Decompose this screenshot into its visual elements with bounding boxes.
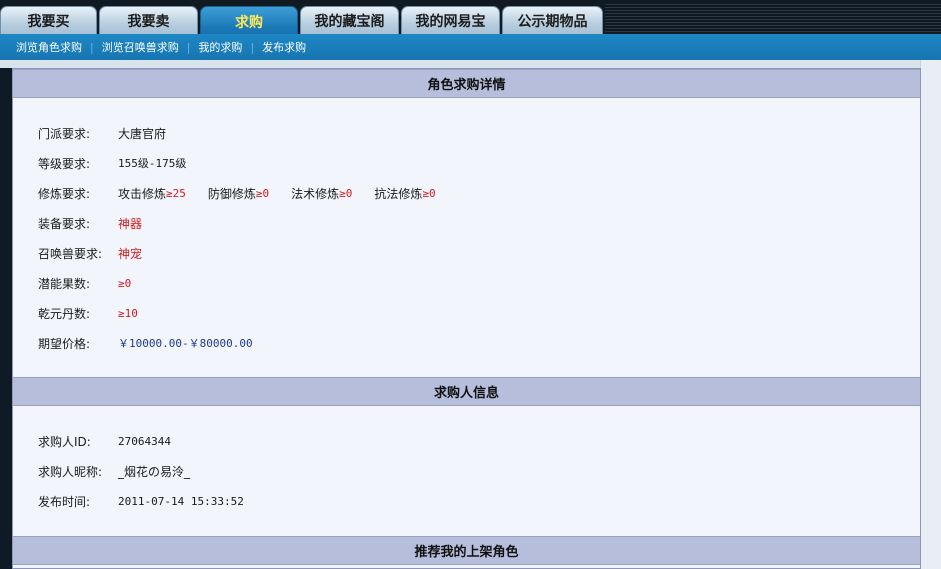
cultivation-resist-name: 抗法修炼 [374, 186, 423, 201]
tab-bar-stripe [605, 4, 941, 32]
tab-my-treasure[interactable]: 我的藏宝阁 [300, 6, 399, 34]
row-pet: 召唤兽要求: 神宠 [38, 244, 142, 262]
section-header-detail: 角色求购详情 [13, 69, 920, 98]
section-header-buyer: 求购人信息 [13, 377, 920, 406]
subnav-my-wanted[interactable]: 我的求购 [190, 39, 250, 55]
sub-nav: 浏览角色求购 | 浏览召唤兽求购 | 我的求购 | 发布求购 [0, 34, 941, 60]
label-qianyuan: 乾元丹数: [38, 306, 91, 321]
section-header-recommend: 推荐我的上架角色 [13, 536, 920, 565]
cultivation-defense-value: ≥0 [255, 186, 270, 200]
cultivation-resist-value: ≥0 [422, 186, 436, 200]
subnav-browse-pet-wanted[interactable]: 浏览召唤兽求购 [94, 39, 187, 55]
value-qianyuan: ≥10 [118, 306, 138, 320]
content-panel: 角色求购详情 门派要求: 大唐官府 等级要求: 155级-175级 修炼要求: … [12, 68, 921, 569]
row-cultivation: 修炼要求: 攻击修炼 ≥25 防御修炼 ≥0 法术修炼 ≥0 抗法修炼 ≥0 [38, 184, 436, 202]
row-buyer-id: 求购人ID: 27064344 [38, 432, 171, 450]
subnav-post-wanted[interactable]: 发布求购 [254, 39, 314, 55]
row-price: 期望价格: ￥10000.00-￥80000.00 [38, 334, 253, 352]
row-buyer-nick: 求购人昵称: _烟花の易泠_ [38, 462, 190, 480]
value-pet: 神宠 [118, 246, 143, 261]
scrollbar-track[interactable] [920, 60, 941, 569]
label-level: 等级要求: [38, 156, 91, 171]
cultivation-magic-name: 法术修炼 [291, 186, 340, 201]
row-post-time: 发布时间: 2011-07-14 15:33:52 [38, 492, 244, 510]
label-post-time: 发布时间: [38, 494, 91, 509]
tab-sell[interactable]: 我要卖 [99, 6, 198, 34]
cultivation-magic-value: ≥0 [339, 186, 353, 200]
value-level: 155级-175级 [118, 157, 187, 170]
label-price: 期望价格: [38, 336, 91, 351]
label-cultivation: 修炼要求: [38, 186, 91, 201]
cultivation-defense-name: 防御修炼 [207, 186, 256, 201]
cultivation-attack-value: ≥25 [166, 186, 186, 200]
row-qianyuan: 乾元丹数: ≥10 [38, 304, 138, 322]
label-school: 门派要求: [38, 126, 91, 141]
cultivation-attack-name: 攻击修炼 [118, 186, 167, 201]
label-pet: 召唤兽要求: [38, 246, 103, 261]
tab-buy[interactable]: 我要买 [0, 6, 97, 34]
value-buyer-nick: _烟花の易泠_ [118, 464, 191, 479]
label-equip: 装备要求: [38, 216, 91, 231]
value-potential: ≥0 [118, 276, 132, 290]
label-buyer-nick: 求购人昵称: [38, 464, 103, 479]
value-price: ￥10000.00-￥80000.00 [118, 337, 253, 350]
value-school: 大唐官府 [118, 126, 167, 141]
row-potential: 潜能果数: ≥0 [38, 274, 131, 292]
tab-public-items[interactable]: 公示期物品 [502, 6, 603, 34]
nav-underline [0, 60, 941, 68]
label-potential: 潜能果数: [38, 276, 91, 291]
row-equip: 装备要求: 神器 [38, 214, 142, 232]
value-buyer-id: 27064344 [118, 434, 171, 448]
subnav-browse-role-wanted[interactable]: 浏览角色求购 [0, 39, 90, 55]
row-school: 门派要求: 大唐官府 [38, 124, 166, 142]
row-level: 等级要求: 155级-175级 [38, 154, 186, 172]
value-equip: 神器 [118, 216, 143, 231]
label-buyer-id: 求购人ID: [38, 434, 91, 449]
tab-wanted[interactable]: 求购 [200, 6, 298, 36]
tab-my-netease-pay[interactable]: 我的网易宝 [401, 6, 500, 34]
value-post-time: 2011-07-14 15:33:52 [118, 494, 244, 508]
top-tab-bar: 我要买 我要卖 求购 我的藏宝阁 我的网易宝 公示期物品 [0, 0, 941, 36]
